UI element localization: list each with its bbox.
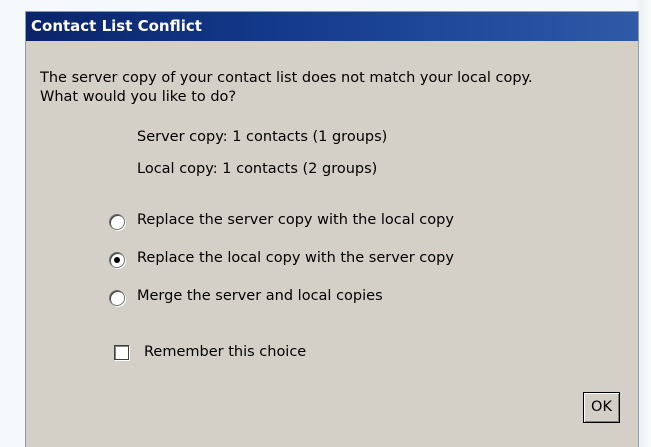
option-replace-local-label: Replace the local copy with the server c… (137, 250, 454, 266)
radio-replace-local[interactable] (109, 252, 125, 268)
radio-merge[interactable] (109, 290, 125, 306)
option-merge-label: Merge the server and local copies (137, 288, 383, 304)
ok-button[interactable]: OK (583, 392, 620, 423)
dialog-title: Contact List Conflict (31, 17, 202, 35)
contact-list-conflict-dialog: Contact List Conflict The server copy of… (26, 12, 638, 447)
remember-choice-label[interactable]: Remember this choice (144, 343, 306, 362)
screenshot-background: Contact List Conflict The server copy of… (0, 0, 651, 447)
option-replace-server-label: Replace the server copy with the local c… (137, 212, 454, 228)
option-replace-local[interactable]: Replace the local copy with the server c… (109, 250, 529, 271)
option-replace-server[interactable]: Replace the server copy with the local c… (109, 212, 529, 233)
server-copy-info: Server copy: 1 contacts (1 groups) (137, 129, 388, 145)
message-line-1: The server copy of your contact list doe… (40, 70, 533, 86)
title-bar[interactable]: Contact List Conflict (26, 12, 638, 41)
message-line-2: What would you like to do? (40, 89, 237, 105)
option-merge[interactable]: Merge the server and local copies (109, 288, 529, 309)
radio-replace-server[interactable] (109, 214, 125, 230)
remember-choice-checkbox[interactable] (114, 345, 129, 360)
local-copy-info: Local copy: 1 contacts (2 groups) (137, 161, 378, 177)
